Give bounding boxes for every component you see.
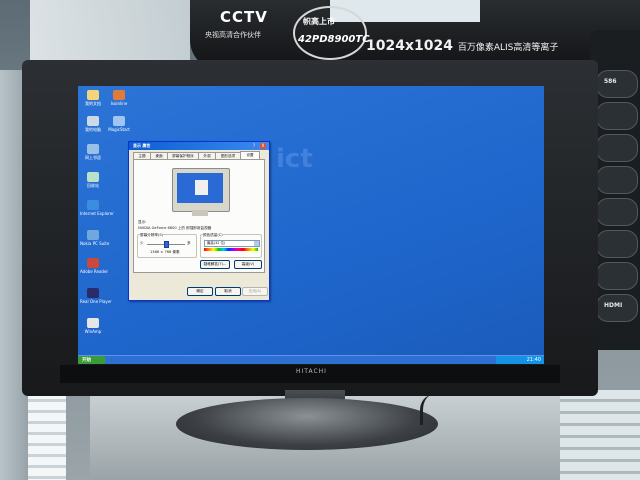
desktop-icon-my-computer[interactable]: 我的电脑 xyxy=(80,116,106,132)
tab-settings[interactable]: 设置 xyxy=(240,151,260,159)
desktop-icon-adobe-reader[interactable]: Adobe Reader xyxy=(80,258,108,274)
model-badge xyxy=(293,6,367,60)
promo-badge xyxy=(596,262,638,290)
promo-badge xyxy=(596,198,638,226)
promo-badge xyxy=(596,230,638,258)
slider-max-label: 多 xyxy=(187,241,191,245)
monitor-brand: HITACHI xyxy=(296,368,327,375)
desktop-screen: ict 我的文档 Isoinline 我的电脑 MagicStart 网上邻居 … xyxy=(78,86,544,364)
dialog-tabs: 主题 桌面 屏幕保护程序 外观 图形选项 设置 xyxy=(133,151,265,159)
window-light xyxy=(30,0,190,60)
system-tray: 21:40 xyxy=(496,356,544,364)
cctv-logo: CCTV xyxy=(220,8,268,26)
cancel-button[interactable]: 取消 xyxy=(215,287,241,296)
ok-button[interactable]: 确定 xyxy=(187,287,213,296)
close-button[interactable]: X xyxy=(260,143,266,149)
app-icon xyxy=(113,90,125,100)
clock[interactable]: 21:40 xyxy=(527,357,541,363)
taskbar: 开始 21:40 xyxy=(78,355,544,364)
desktop-icon-internet-explorer[interactable]: Internet Explorer xyxy=(80,200,114,216)
model-badge-text: 帜高上市 xyxy=(303,17,335,26)
color-quality-select[interactable]: 最高(32 位) xyxy=(204,240,260,247)
power-cable xyxy=(420,395,445,425)
pdf-icon xyxy=(87,258,99,268)
ie-icon xyxy=(87,200,99,210)
recycle-bin-icon xyxy=(87,172,99,182)
tab-graphics-options[interactable]: 图形选项 xyxy=(215,152,241,159)
desktop-icon-winamp[interactable]: WinAmp xyxy=(80,318,106,334)
resolution-value: 1366 × 768 像素 xyxy=(150,250,180,254)
chevron-down-icon[interactable] xyxy=(254,241,259,246)
network-icon xyxy=(87,144,99,154)
tab-screensaver[interactable]: 屏幕保护程序 xyxy=(167,152,199,159)
promo-badge xyxy=(596,134,638,162)
media-icon xyxy=(87,288,99,298)
tab-themes[interactable]: 主题 xyxy=(133,152,151,159)
color-quality-group: 颜色质量(C) 最高(32 位) xyxy=(200,233,262,258)
promo-text: HDMI xyxy=(604,302,623,309)
folder-icon xyxy=(87,90,99,100)
resolution-slider-thumb[interactable] xyxy=(164,241,169,248)
monitor-preview xyxy=(172,168,230,212)
help-button[interactable]: ? xyxy=(251,143,257,149)
model-number: 42PD8900TC xyxy=(298,34,370,45)
resolution-label: 屏幕分辨率(S) xyxy=(140,233,164,238)
promo-badge xyxy=(596,102,638,130)
start-button[interactable]: 开始 xyxy=(78,356,106,364)
monitor-preview-screen xyxy=(177,173,223,203)
advanced-button[interactable]: 高级(V) xyxy=(234,260,262,269)
phone-icon xyxy=(87,230,99,240)
winamp-icon xyxy=(87,318,99,328)
display-properties-dialog: 显示 属性 ? X 主题 桌面 屏幕保护程序 外观 图形选项 设置 显示: NV… xyxy=(128,141,270,301)
app-icon xyxy=(113,116,125,126)
dialog-titlebar[interactable]: 显示 属性 ? X xyxy=(129,142,269,150)
desktop-watermark: ict xyxy=(276,144,313,174)
promo-badge xyxy=(596,166,638,194)
desktop-icon-magicstart[interactable]: MagicStart xyxy=(106,116,132,132)
cctv-subtitle: 央视高清合作伙伴 xyxy=(205,31,261,39)
monitor-stand-base xyxy=(176,398,438,450)
computer-icon xyxy=(87,116,99,126)
resolution-caption: 百万像素ALIS高清等离子 xyxy=(457,43,559,53)
dialog-title: 显示 属性 xyxy=(133,143,151,148)
apply-button[interactable]: 应用(A) xyxy=(242,287,268,296)
tab-appearance[interactable]: 外观 xyxy=(198,152,216,159)
desktop-icon-realone[interactable]: Real One Player xyxy=(80,288,112,304)
color-spectrum-bar xyxy=(204,248,258,251)
desktop-icon-network[interactable]: 网上邻居 xyxy=(80,144,106,160)
preview-window xyxy=(195,180,208,195)
desktop-icon-isoinline[interactable]: Isoinline xyxy=(106,90,132,106)
resolution-headline: 1024x1024 百万像素ALIS高清等离子 xyxy=(366,38,558,54)
desktop-icon-nokia[interactable]: Nokia PC Suite xyxy=(80,230,109,246)
display-value: NVIDIA GeForce 6600 上的 即插即用监视器 xyxy=(138,226,212,230)
promo-badge xyxy=(596,70,638,98)
color-quality-value: 最高(32 位) xyxy=(207,241,226,245)
resolution-value: 1024x1024 xyxy=(366,38,453,54)
slider-min-label: 少 xyxy=(140,241,144,245)
tab-desktop[interactable]: 桌面 xyxy=(150,152,168,159)
resolution-group: 屏幕分辨率(S) 少 多 1366 × 768 像素 xyxy=(137,233,197,258)
promo-text: 586 xyxy=(604,78,617,85)
display-label: 显示: xyxy=(138,220,147,224)
troubleshoot-button[interactable]: 疑难解答(T)... xyxy=(200,260,230,269)
start-label: 开始 xyxy=(82,358,91,363)
color-quality-label: 颜色质量(C) xyxy=(203,233,223,238)
monitor-preview-stand xyxy=(192,210,208,216)
desktop-icon-my-documents[interactable]: 我的文档 xyxy=(80,90,106,106)
settings-panel: 显示: NVIDIA GeForce 6600 上的 即插即用监视器 屏幕分辨率… xyxy=(133,159,265,273)
desktop-icon-recycle-bin[interactable]: 回收站 xyxy=(80,172,106,188)
